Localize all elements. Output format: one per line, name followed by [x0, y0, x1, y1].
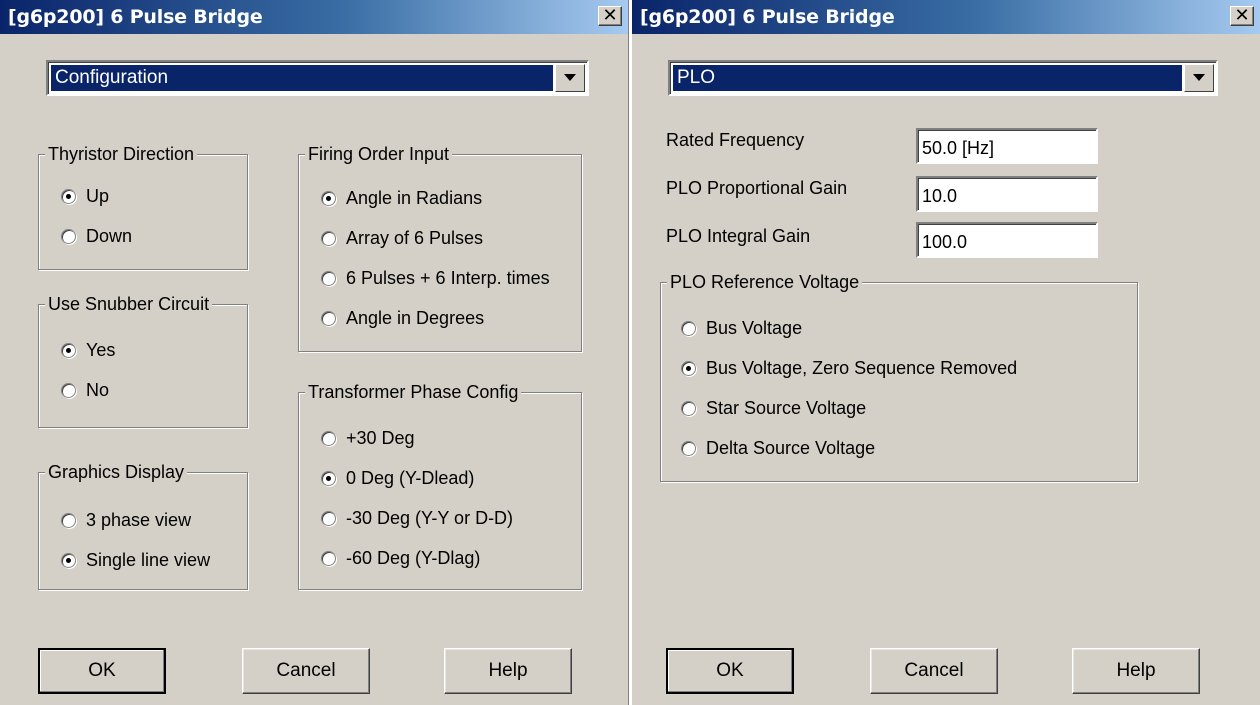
radio-button[interactable] [321, 550, 336, 566]
thyristor-direction-group: Thyristor Direction Up Down [38, 142, 248, 270]
radio-label: 0 Deg (Y-Dlead) [346, 467, 475, 488]
dropdown-button[interactable] [1184, 64, 1214, 92]
title-bar[interactable]: [g6p200] 6 Pulse Bridge ✕ [632, 0, 1260, 34]
radio-button[interactable] [681, 320, 696, 336]
radio-button[interactable] [61, 342, 76, 358]
plo-dialog: [g6p200] 6 Pulse Bridge ✕ PLO Rated Freq… [632, 0, 1260, 705]
radio-array-of-6-pulses[interactable]: Array of 6 Pulses [321, 225, 579, 251]
group-label: Graphics Display [45, 460, 188, 484]
category-select-value: Configuration [51, 65, 553, 91]
radio-single-line-view[interactable]: Single line view [61, 547, 241, 573]
radio-button[interactable] [61, 228, 76, 244]
radio-label: Array of 6 Pulses [346, 227, 484, 248]
radio-label: Single line view [86, 549, 211, 570]
configuration-dialog: [g6p200] 6 Pulse Bridge ✕ Configuration … [0, 0, 628, 705]
plo-integral-gain-label: PLO Integral Gain [666, 226, 811, 246]
group-label: Thyristor Direction [45, 142, 198, 166]
radio-button[interactable] [321, 430, 336, 446]
radio-0-deg[interactable]: 0 Deg (Y-Dlead) [321, 465, 474, 491]
category-select[interactable]: Configuration [46, 60, 589, 96]
radio-button[interactable] [321, 270, 336, 286]
radio-button[interactable] [321, 230, 336, 246]
radio-no[interactable]: No [61, 377, 109, 403]
radio-angle-in-degrees[interactable]: Angle in Degrees [321, 305, 579, 331]
help-button[interactable]: Help [444, 648, 572, 694]
group-label: Use Snubber Circuit [45, 292, 213, 316]
radio-minus-30-deg[interactable]: -30 Deg (Y-Y or D-D) [321, 505, 513, 531]
group-label: Transformer Phase Config [305, 380, 522, 404]
radio-delta-source-voltage[interactable]: Delta Source Voltage [681, 435, 875, 461]
close-icon: ✕ [602, 5, 618, 26]
plo-integral-gain-field[interactable]: 100.0 [916, 222, 1098, 258]
plo-reference-voltage-group: PLO Reference Voltage Bus Voltage Bus Vo… [660, 270, 1138, 482]
radio-label: +30 Deg [346, 427, 415, 448]
radio-plus-30-deg[interactable]: +30 Deg [321, 425, 415, 451]
radio-down[interactable]: Down [61, 223, 132, 249]
group-label: PLO Reference Voltage [667, 270, 863, 294]
radio-button[interactable] [321, 310, 336, 326]
plo-proportional-gain-label: PLO Proportional Gain [666, 178, 848, 198]
radio-label: Yes [86, 339, 116, 360]
radio-button[interactable] [61, 382, 76, 398]
radio-angle-in-radians[interactable]: Angle in Radians [321, 185, 579, 211]
ok-button[interactable]: OK [666, 648, 794, 694]
radio-label: Delta Source Voltage [706, 437, 876, 458]
radio-label: Angle in Radians [346, 187, 483, 208]
radio-label: Star Source Voltage [706, 397, 867, 418]
radio-label: Up [86, 185, 110, 206]
radio-6-pulses-interp-times[interactable]: 6 Pulses + 6 Interp. times [321, 265, 573, 291]
radio-label: -30 Deg (Y-Y or D-D) [346, 507, 514, 528]
radio-label: 6 Pulses + 6 Interp. times [346, 267, 550, 288]
category-select[interactable]: PLO [668, 60, 1218, 96]
radio-bus-voltage-zero-seq-removed[interactable]: Bus Voltage, Zero Sequence Removed [681, 355, 1017, 381]
radio-bus-voltage[interactable]: Bus Voltage [681, 315, 802, 341]
cancel-button[interactable]: Cancel [870, 648, 998, 694]
radio-button[interactable] [681, 360, 696, 376]
ok-button[interactable]: OK [38, 648, 166, 694]
chevron-down-icon [564, 74, 576, 81]
radio-label: Angle in Degrees [346, 307, 485, 328]
transformer-phase-config-group: Transformer Phase Config +30 Deg 0 Deg (… [298, 380, 582, 590]
radio-3-phase-view[interactable]: 3 phase view [61, 507, 241, 533]
radio-button[interactable] [61, 512, 76, 528]
chevron-down-icon [1193, 74, 1205, 81]
category-select-value: PLO [673, 65, 1182, 91]
radio-label: Bus Voltage, Zero Sequence Removed [706, 357, 1018, 378]
firing-order-input-group: Firing Order Input Angle in Radians Arra… [298, 142, 582, 352]
radio-minus-60-deg[interactable]: -60 Deg (Y-Dlag) [321, 545, 480, 571]
graphics-display-group: Graphics Display 3 phase view Single lin… [38, 460, 248, 590]
radio-label: Bus Voltage [706, 317, 803, 338]
close-icon: ✕ [1234, 5, 1250, 26]
radio-button[interactable] [321, 510, 336, 526]
title-bar[interactable]: [g6p200] 6 Pulse Bridge ✕ [0, 0, 628, 34]
radio-button[interactable] [61, 552, 76, 568]
radio-star-source-voltage[interactable]: Star Source Voltage [681, 395, 866, 421]
window-title: [g6p200] 6 Pulse Bridge [8, 6, 263, 28]
dropdown-button[interactable] [555, 64, 585, 92]
rated-frequency-label: Rated Frequency [666, 130, 805, 150]
rated-frequency-field[interactable]: 50.0 [Hz] [916, 128, 1098, 164]
radio-button[interactable] [61, 188, 76, 204]
radio-button[interactable] [321, 190, 336, 206]
radio-label: Down [86, 225, 133, 246]
radio-up[interactable]: Up [61, 183, 109, 209]
radio-label: -60 Deg (Y-Dlag) [346, 547, 481, 568]
radio-button[interactable] [681, 400, 696, 416]
use-snubber-circuit-group: Use Snubber Circuit Yes No [38, 292, 248, 428]
radio-button[interactable] [681, 440, 696, 456]
plo-proportional-gain-field[interactable]: 10.0 [916, 176, 1098, 212]
group-label: Firing Order Input [305, 142, 453, 166]
cancel-button[interactable]: Cancel [242, 648, 370, 694]
help-button[interactable]: Help [1072, 648, 1200, 694]
close-button[interactable]: ✕ [598, 6, 622, 26]
radio-label: No [86, 379, 110, 400]
radio-button[interactable] [321, 470, 336, 486]
radio-label: 3 phase view [86, 509, 192, 530]
radio-yes[interactable]: Yes [61, 337, 115, 363]
window-title: [g6p200] 6 Pulse Bridge [640, 6, 895, 28]
close-button[interactable]: ✕ [1230, 6, 1254, 26]
